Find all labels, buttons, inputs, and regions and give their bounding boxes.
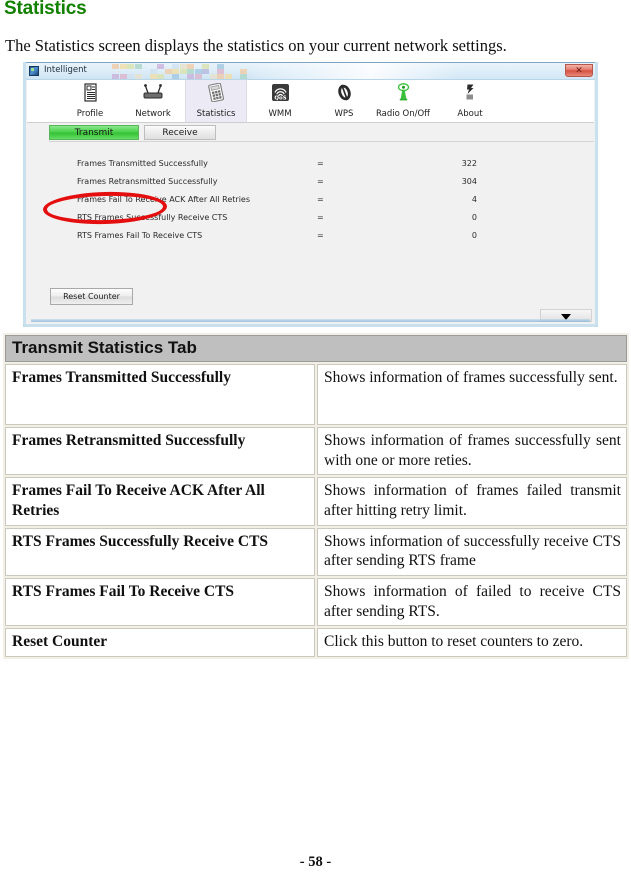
toolbar-item-network[interactable]: Network	[122, 80, 184, 122]
table-row: Frames Retransmitted Successfully Shows i…	[5, 427, 627, 475]
table-row: Frames Fail To Receive ACK After All Ret…	[5, 477, 627, 525]
statistic-separator: =	[317, 231, 324, 240]
wps-icon	[313, 83, 375, 102]
titlebar-gloss	[252, 63, 597, 79]
reset-counter-button[interactable]: Reset Counter	[50, 288, 133, 305]
statistic-row: Frames Transmitted Successfully = 322	[27, 159, 594, 175]
toolbar-item-label: About	[433, 109, 507, 119]
intro-paragraph: The Statistics screen displays the stati…	[5, 36, 507, 56]
radio-icon	[372, 83, 434, 102]
statistic-separator: =	[317, 195, 324, 204]
svg-text:QoS: QoS	[274, 95, 286, 101]
statistic-value: 0	[387, 231, 477, 240]
statistic-value: 0	[387, 213, 477, 222]
statistic-value: 304	[387, 177, 477, 186]
table-header: Transmit Statistics Tab	[5, 335, 627, 362]
statistic-label: RTS Frames Fail To Receive CTS	[77, 231, 202, 240]
table-cell-term: RTS Frames Fail To Receive CTS	[5, 578, 315, 626]
toolbar-item-radio-on-off[interactable]: Radio On/Off	[372, 80, 434, 122]
toolbar-item-about[interactable]: About	[439, 80, 501, 122]
application-screenshot: Intelligent ✕ Profile Network Statistics Qo…	[23, 62, 598, 327]
main-toolbar: Profile Network Statistics QoS WMM WPS Radio O…	[27, 80, 594, 123]
app-logo-icon	[29, 66, 39, 76]
table-header-row: Transmit Statistics Tab	[5, 335, 627, 362]
statistic-separator: =	[317, 159, 324, 168]
table-cell-definition: Shows information of frames successfully…	[317, 364, 627, 425]
statistic-separator: =	[317, 213, 324, 222]
table-row: Reset Counter Click this button to reset …	[5, 628, 627, 657]
page-number: - 58 -	[0, 854, 631, 871]
statistic-label: Frames Transmitted Successfully	[77, 159, 208, 168]
statistic-label: Frames Retransmitted Successfully	[77, 177, 217, 186]
table-cell-term: Frames Fail To Receive ACK After All Ret…	[5, 477, 315, 525]
table-cell-definition: Shows information of frames failed trans…	[317, 477, 627, 525]
table-row: RTS Frames Fail To Receive CTS Shows info…	[5, 578, 627, 626]
toolbar-item-label: Network	[116, 109, 190, 119]
tab-transmit[interactable]: Transmit	[49, 125, 139, 140]
about-icon	[439, 83, 501, 102]
table-cell-term: Reset Counter	[5, 628, 315, 657]
statistic-value: 322	[387, 159, 477, 168]
titlebar-pattern	[112, 64, 252, 78]
table-cell-definition: Shows information of frames successfully…	[317, 427, 627, 475]
toolbar-item-wmm[interactable]: QoS WMM	[249, 80, 311, 122]
tabstrip: Transmit Receive	[27, 123, 594, 143]
table-cell-definition: Shows information of successfully receiv…	[317, 528, 627, 576]
transmit-statistics-table: Transmit Statistics Tab Frames Transmitt…	[3, 333, 629, 659]
table-cell-definition: Click this button to reset counters to z…	[317, 628, 627, 657]
toolbar-item-label: Statistics	[180, 109, 252, 119]
table-row: RTS Frames Successfully Receive CTS Shows…	[5, 528, 627, 576]
window-title: Intelligent	[44, 65, 87, 75]
toolbar-item-label: Radio On/Off	[366, 109, 440, 119]
table-row: Frames Transmitted Successfully Shows inf…	[5, 364, 627, 425]
statistic-row: RTS Frames Fail To Receive CTS = 0	[27, 231, 594, 247]
statistic-row: Frames Retransmitted Successfully = 304	[27, 177, 594, 193]
window-close-button[interactable]: ✕	[565, 64, 593, 77]
close-icon: ✕	[566, 64, 592, 78]
wmm-qos-icon: QoS	[249, 83, 311, 102]
page-title: Statistics	[4, 0, 86, 20]
profile-icon	[59, 83, 121, 102]
toolbar-item-label: WMM	[243, 109, 317, 119]
statistic-value: 4	[387, 195, 477, 204]
tab-underline	[49, 141, 594, 142]
statistics-panel: Frames Transmitted Successfully = 322 Frame…	[27, 143, 594, 323]
table-cell-term: Frames Transmitted Successfully	[5, 364, 315, 425]
window-titlebar: Intelligent ✕	[24, 63, 597, 80]
toolbar-item-statistics[interactable]: Statistics	[185, 80, 247, 122]
toolbar-item-profile[interactable]: Profile	[59, 80, 121, 122]
table-cell-definition: Shows information of failed to receive C…	[317, 578, 627, 626]
statistic-separator: =	[317, 177, 324, 186]
table-cell-term: Frames Retransmitted Successfully	[5, 427, 315, 475]
network-icon	[122, 83, 184, 102]
tab-receive[interactable]: Receive	[144, 125, 216, 140]
window-bottom-edge	[31, 319, 590, 322]
statistics-icon	[186, 83, 246, 102]
table-cell-term: RTS Frames Successfully Receive CTS	[5, 528, 315, 576]
